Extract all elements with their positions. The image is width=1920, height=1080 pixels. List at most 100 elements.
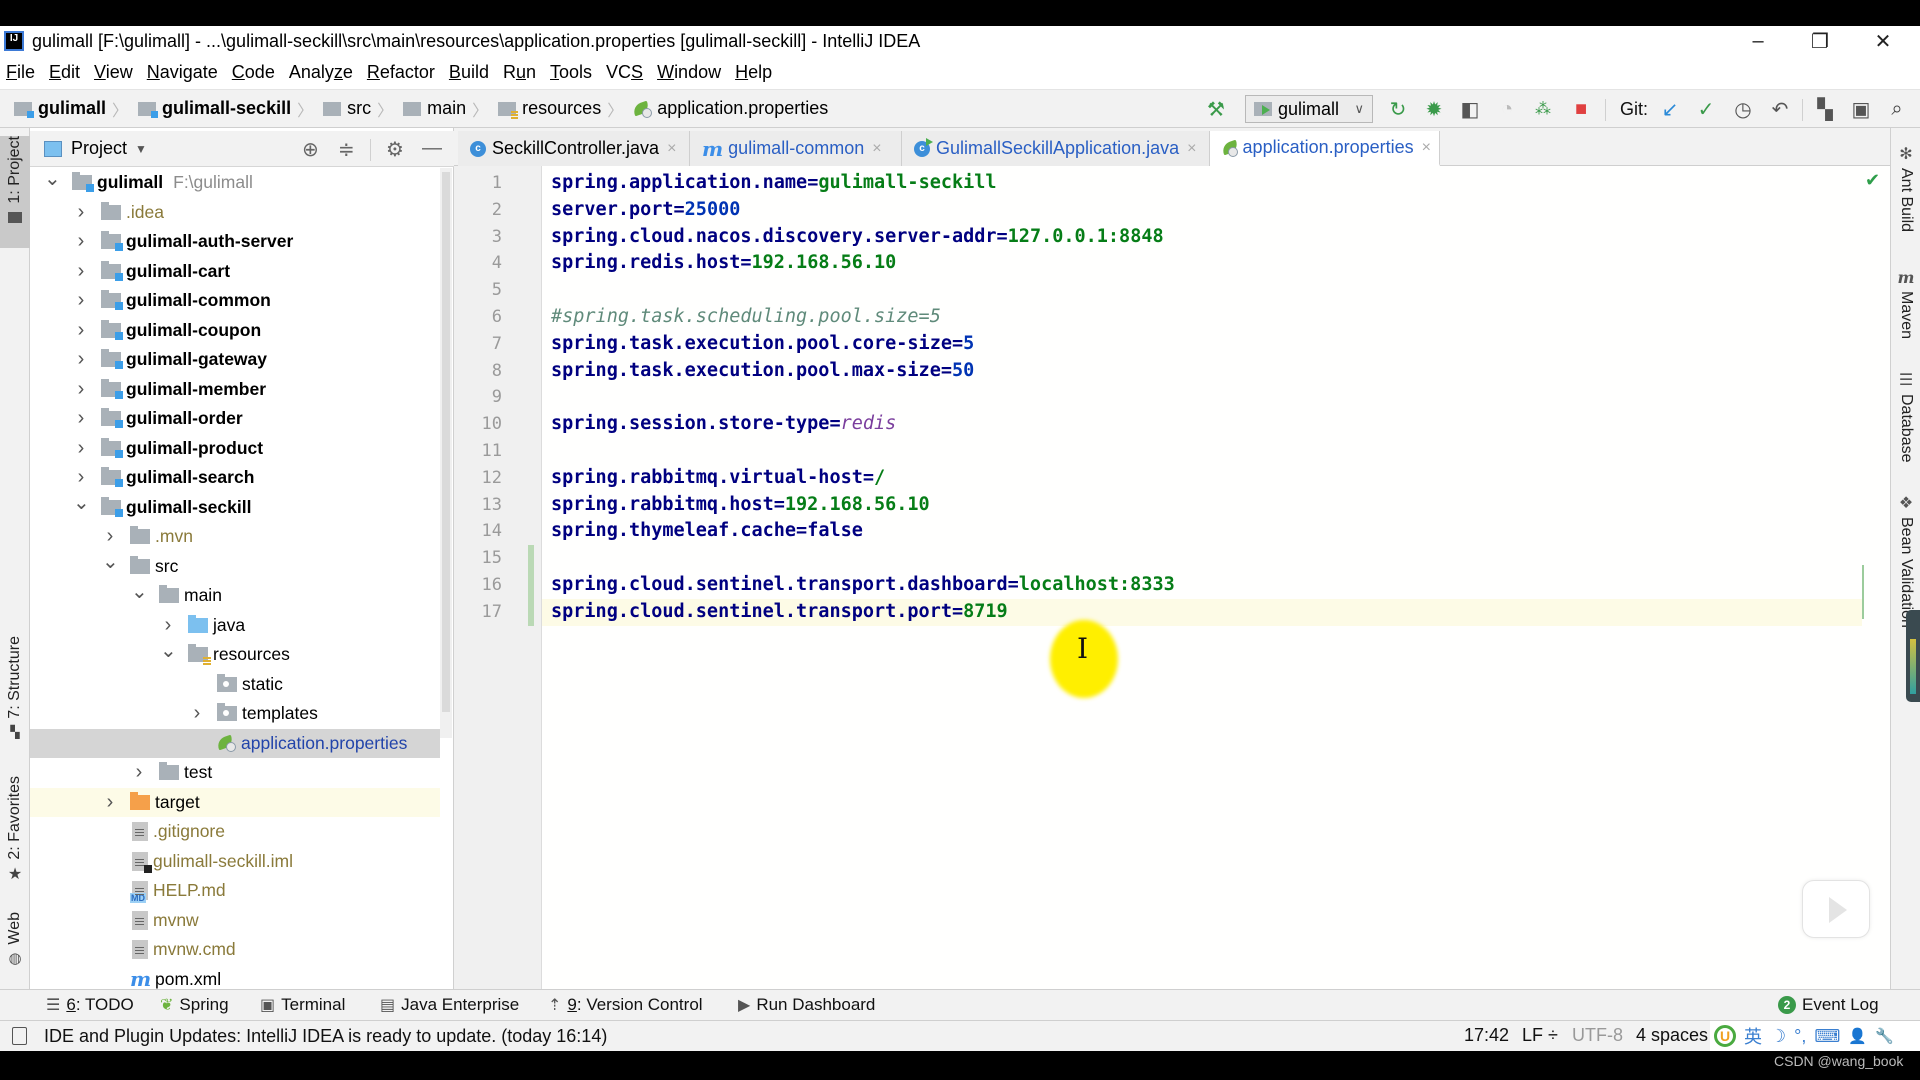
tree-item-idea[interactable]: › .idea	[30, 198, 440, 228]
breadcrumb-application-properties[interactable]: application.properties	[633, 98, 828, 119]
code-line[interactable]: spring.rabbitmq.virtual-host=/	[551, 465, 885, 492]
expand-arrow-closed-icon[interactable]: ›	[102, 525, 118, 548]
expand-arrow-closed-icon[interactable]: ›	[160, 614, 176, 637]
line-separator[interactable]: LF ÷	[1522, 1025, 1558, 1046]
tree-item-mvn[interactable]: › .mvn	[30, 522, 440, 552]
tree-item-mvnw-cmd[interactable]: ›mvnw.cmd	[30, 935, 440, 965]
tree-item-gulimall-seckill-iml[interactable]: ›gulimall-seckill.iml	[30, 847, 440, 877]
expand-arrow-closed-icon[interactable]: ›	[102, 791, 118, 814]
breadcrumb-src[interactable]: src 〉	[323, 97, 399, 121]
minimize-button[interactable]: –	[1728, 26, 1788, 56]
menu-refactor[interactable]: Refactor	[367, 62, 435, 83]
tree-item-gulimall-cart[interactable]: › gulimall-cart	[30, 257, 440, 287]
moon-icon[interactable]: ☽	[1770, 1026, 1786, 1047]
menu-window[interactable]: Window	[657, 62, 721, 83]
tool-tab-web[interactable]: Web ◍	[0, 912, 30, 982]
expand-arrow-closed-icon[interactable]: ›	[73, 201, 89, 224]
tool-window-spring[interactable]: ❦ Spring	[160, 995, 229, 1015]
menu-view[interactable]: View	[94, 62, 133, 83]
close-window-button[interactable]: ✕	[1853, 26, 1913, 56]
code-line[interactable]: spring.redis.host=192.168.56.10	[551, 250, 896, 277]
tool-window-event-log[interactable]: 2 Event Log	[1778, 995, 1879, 1015]
project-structure-icon[interactable]: ▚	[1812, 96, 1838, 122]
tree-item-java[interactable]: › java	[30, 611, 440, 641]
tree-item-src[interactable]: ⌄ src	[30, 552, 440, 582]
tool-tab-structure[interactable]: 7: Structure ▚	[0, 636, 30, 760]
tab-seckill-controller[interactable]: c SeckillController.java ×	[458, 131, 690, 166]
tab-gulimall-common[interactable]: m gulimall-common ×	[690, 131, 902, 166]
menu-navigate[interactable]: Navigate	[147, 62, 218, 83]
code-line[interactable]: spring.task.execution.pool.max-size=50	[551, 358, 974, 385]
notification-icon[interactable]	[12, 1027, 27, 1045]
menu-vcs[interactable]: VCS	[606, 62, 643, 83]
tree-item-gulimall[interactable]: ⌄ gulimall F:\gulimall	[30, 168, 440, 198]
menu-run[interactable]: Run	[503, 62, 536, 83]
tree-item-gulimall-product[interactable]: › gulimall-product	[30, 434, 440, 464]
tool-tab-database[interactable]: ☰ Database	[1891, 370, 1920, 463]
tree-item-help-md[interactable]: ›HELP.md	[30, 876, 440, 906]
tool-tab-bean-validation[interactable]: ❖ Bean Validation	[1891, 493, 1920, 628]
breadcrumb-resources[interactable]: resources 〉	[498, 97, 629, 121]
tool-tab-ant-build[interactable]: ✻ Ant Build	[1891, 144, 1920, 232]
gear-icon[interactable]: ⚙	[386, 137, 404, 162]
search-everywhere-icon[interactable]: ⌕	[1884, 96, 1910, 122]
hide-panel-icon[interactable]: —	[422, 137, 442, 160]
run-configuration-dropdown[interactable]: gulimall ∨	[1245, 95, 1373, 123]
expand-arrow-closed-icon[interactable]: ›	[73, 289, 89, 312]
restore-button[interactable]: ❐	[1790, 26, 1850, 56]
expand-arrow-open-icon[interactable]: ⌄	[73, 493, 90, 516]
expand-arrow-open-icon[interactable]: ⌄	[44, 169, 61, 192]
tree-item-gitignore[interactable]: ›.gitignore	[30, 817, 440, 847]
code-line[interactable]: spring.cloud.nacos.discovery.server-addr…	[551, 224, 1164, 251]
tool-tab-favorites[interactable]: 2: Favorites ★	[0, 776, 30, 890]
tool-window-terminal[interactable]: ▣ Terminal	[260, 995, 345, 1015]
project-view-title[interactable]: Project	[71, 138, 127, 159]
tool-window-version-control[interactable]: ⇡ 9: Version Control	[548, 995, 703, 1015]
expand-arrow-closed-icon[interactable]: ›	[73, 319, 89, 342]
tree-item-gulimall-auth-server[interactable]: › gulimall-auth-server	[30, 227, 440, 257]
tree-item-test[interactable]: › test	[30, 758, 440, 788]
locate-file-icon[interactable]: ⊕	[302, 137, 319, 162]
build-hammer-icon[interactable]: ⚒	[1203, 96, 1229, 122]
user-icon[interactable]: 👤	[1848, 1027, 1867, 1045]
close-tab-icon[interactable]: ×	[1187, 140, 1196, 158]
profile-icon[interactable]: ◔	[1494, 96, 1520, 122]
dropdown-arrow-icon[interactable]: ▼	[135, 142, 147, 156]
debug-icon[interactable]: ✹	[1421, 96, 1447, 122]
expand-arrow-closed-icon[interactable]: ›	[189, 702, 205, 725]
menu-build[interactable]: Build	[449, 62, 489, 83]
git-commit-icon[interactable]: ✓	[1693, 96, 1719, 122]
code-line[interactable]: server.port=25000	[551, 197, 740, 224]
tool-window-java-enterprise[interactable]: ▤ Java Enterprise	[380, 995, 519, 1015]
code-line[interactable]: spring.cloud.sentinel.transport.dashboar…	[551, 572, 1175, 599]
expand-arrow-closed-icon[interactable]: ›	[73, 348, 89, 371]
tree-item-gulimall-common[interactable]: › gulimall-common	[30, 286, 440, 316]
stop-icon[interactable]: ■	[1568, 96, 1594, 122]
breadcrumb-gulimall-seckill[interactable]: gulimall-seckill 〉	[138, 97, 319, 121]
close-tab-icon[interactable]: ×	[1422, 139, 1431, 157]
menu-help[interactable]: Help	[735, 62, 772, 83]
run-with-coverage-icon[interactable]: ◧	[1457, 96, 1483, 122]
code-line[interactable]: #spring.task.scheduling.pool.size=5	[551, 304, 941, 331]
keyboard-icon[interactable]: ⌨	[1814, 1026, 1840, 1047]
tree-item-resources[interactable]: ⌄ resources	[30, 640, 440, 670]
code-line[interactable]: spring.task.execution.pool.core-size=5	[551, 331, 974, 358]
expand-arrow-closed-icon[interactable]: ›	[73, 437, 89, 460]
menu-tools[interactable]: Tools	[550, 62, 592, 83]
breadcrumb-gulimall[interactable]: gulimall 〉	[14, 97, 134, 121]
wrench-icon[interactable]: 🔧	[1875, 1027, 1894, 1045]
tree-item-target[interactable]: › target	[30, 787, 440, 817]
menu-analyze[interactable]: Analyze	[289, 62, 353, 83]
video-play-overlay-button[interactable]	[1802, 880, 1870, 938]
rerun-icon[interactable]: ↻	[1385, 96, 1411, 122]
expand-arrow-closed-icon[interactable]: ›	[73, 407, 89, 430]
punctuation-icon[interactable]: °,	[1794, 1026, 1806, 1047]
tool-tab-project[interactable]: 1: Project	[0, 136, 30, 248]
tool-tab-maven[interactable]: m Maven	[1891, 268, 1920, 339]
git-update-icon[interactable]: ↙	[1657, 96, 1683, 122]
code-line[interactable]: spring.thymeleaf.cache=false	[551, 518, 863, 545]
git-history-icon[interactable]: ◷	[1730, 96, 1756, 122]
tree-item-gulimall-search[interactable]: › gulimall-search	[30, 463, 440, 493]
menu-file[interactable]: File	[6, 62, 35, 83]
tree-item-gulimall-member[interactable]: › gulimall-member	[30, 375, 440, 405]
